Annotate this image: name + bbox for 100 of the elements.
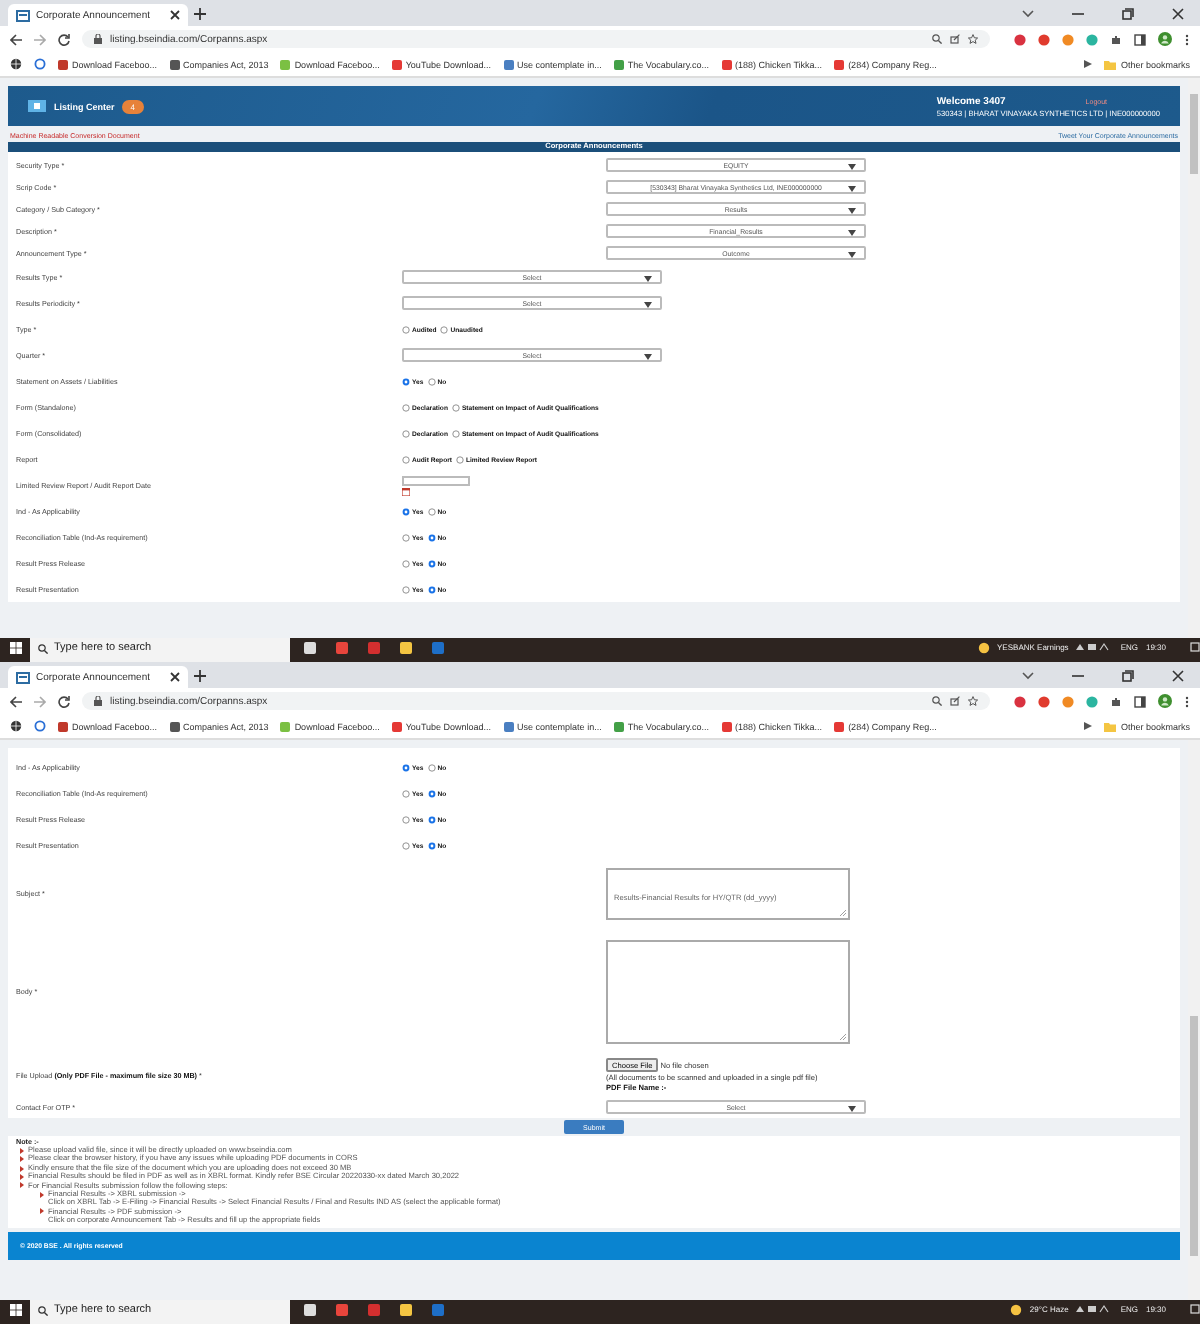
side-panel-icon[interactable] [1134,695,1146,707]
close-icon[interactable] [1172,7,1184,19]
page-icon [16,671,30,683]
tray-icons-icon[interactable] [1076,642,1113,652]
lock-icon [94,696,102,706]
bookmark-favicon-icon [721,59,732,69]
reload-icon[interactable] [58,33,70,45]
radio-button[interactable] [455,455,464,463]
star-icon[interactable] [968,34,978,44]
notification-icon[interactable] [1190,642,1200,652]
new-tab-icon[interactable] [194,7,206,19]
lock-icon [94,34,102,44]
globe-icon[interactable] [10,720,22,732]
circle-icon[interactable] [34,720,46,732]
text-area[interactable] [606,940,850,1044]
notification-icon[interactable] [1190,1304,1200,1314]
minimize-icon[interactable] [1072,669,1084,681]
close-icon[interactable] [170,10,180,20]
radio-button[interactable] [427,815,436,823]
minimize-icon[interactable] [1072,7,1084,19]
overflow-chevron-icon[interactable] [1084,60,1093,68]
profile-avatar-icon[interactable] [1158,32,1172,46]
new-tab-icon[interactable] [194,669,206,681]
radio-button[interactable] [451,429,460,437]
caret-icon [848,164,856,170]
radio-button[interactable] [402,815,410,823]
bookmark-favicon-icon [58,59,68,69]
back-icon[interactable] [10,695,22,707]
profile-avatar-icon[interactable] [1158,694,1172,708]
caret-icon [848,230,856,236]
chevron-down-icon[interactable] [1022,9,1034,17]
forward-icon[interactable] [34,33,46,45]
radio-button[interactable] [440,325,449,333]
radio-button[interactable] [402,585,410,593]
radio-button[interactable] [427,533,436,541]
radio-button[interactable] [402,763,410,771]
radio-button[interactable] [427,585,436,593]
maximize-icon[interactable] [1122,669,1134,681]
back-icon[interactable] [10,33,22,45]
windows-start-icon[interactable] [10,642,22,654]
radio-button[interactable] [402,559,410,567]
forward-icon[interactable] [34,695,46,707]
puzzle-icon[interactable] [1110,695,1122,707]
share-icon[interactable] [950,696,960,706]
caret-icon [848,1106,856,1112]
weather-icon [1009,1304,1022,1316]
bookmark-favicon-icon [169,59,180,69]
bookmark-favicon-icon [280,59,291,69]
radio-button[interactable] [402,429,410,437]
bookmark-favicon-icon [721,721,732,731]
reload-icon[interactable] [58,695,70,707]
radio-button[interactable] [402,533,410,541]
search-icon [38,1305,48,1315]
radio-button[interactable] [402,325,410,333]
radio-button[interactable] [427,507,436,515]
radio-button[interactable] [427,841,436,849]
radio-button[interactable] [402,841,410,849]
bookmark-favicon-icon [503,721,514,731]
windows-start-icon[interactable] [10,1304,22,1316]
radio-button[interactable] [402,403,410,411]
caret-icon [644,276,652,282]
bookmark-favicon-icon [834,59,845,69]
side-panel-icon[interactable] [1134,33,1146,45]
radio-button[interactable] [427,559,436,567]
resize-handle-icon [840,1034,846,1040]
more-icon[interactable] [1184,695,1190,707]
close-icon[interactable] [170,672,180,682]
bookmark-favicon-icon [613,721,624,731]
radio-button[interactable] [427,763,436,771]
more-icon[interactable] [1184,33,1190,45]
circle-icon[interactable] [34,58,46,70]
radio-button[interactable] [451,403,460,411]
maximize-icon[interactable] [1122,7,1134,19]
logo-icon [28,100,46,112]
star-icon[interactable] [968,696,978,706]
calendar-icon[interactable] [402,487,410,495]
radio-button[interactable] [402,377,410,385]
share-icon[interactable] [950,34,960,44]
tray-icons-icon[interactable] [1076,1304,1113,1314]
globe-icon[interactable] [10,58,22,70]
radio-button[interactable] [402,455,410,463]
close-icon[interactable] [1172,669,1184,681]
caret-icon [644,354,652,360]
radio-button[interactable] [427,789,436,797]
page-icon [16,9,30,21]
bullet-arrow-icon [40,1191,44,1198]
radio-button[interactable] [402,507,410,515]
search-icon[interactable] [932,696,942,706]
radio-button[interactable] [402,789,410,797]
search-icon [38,643,48,653]
puzzle-icon[interactable] [1110,33,1122,45]
search-icon[interactable] [932,34,942,44]
overflow-chevron-icon[interactable] [1084,722,1093,730]
radio-button[interactable] [427,377,436,385]
bookmark-favicon-icon [503,59,514,69]
caret-icon [848,208,856,214]
chevron-down-icon[interactable] [1022,671,1034,679]
bookmark-favicon-icon [169,721,180,731]
bookmark-favicon-icon [280,721,291,731]
bookmark-favicon-icon [834,721,845,731]
